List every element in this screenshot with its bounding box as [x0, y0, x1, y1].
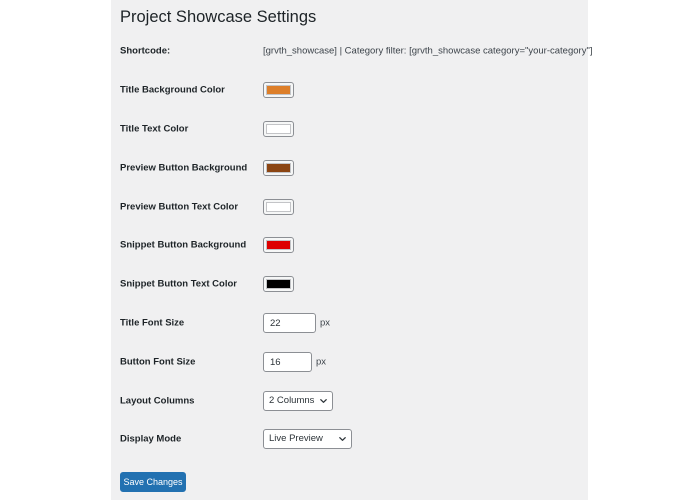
snippet-button-text-color-swatch	[266, 279, 291, 289]
preview-button-bg-picker[interactable]	[263, 160, 294, 176]
title-font-size-row: Title Font Size px	[111, 309, 588, 337]
snippet-button-bg-picker[interactable]	[263, 237, 294, 253]
preview-button-bg-swatch	[266, 163, 291, 173]
button-font-size-input[interactable]	[263, 352, 312, 372]
settings-panel: Project Showcase Settings Shortcode: [gr…	[111, 0, 592, 500]
shortcode-value: [grvth_showcase] | Category filter: [grv…	[263, 45, 593, 57]
preview-button-bg-row: Preview Button Background	[111, 154, 588, 182]
button-font-size-row: Button Font Size px	[111, 348, 588, 376]
title-font-size-label: Title Font Size	[120, 317, 185, 329]
title-bg-color-swatch	[266, 85, 291, 95]
page-title: Project Showcase Settings	[120, 8, 317, 26]
shortcode-label: Shortcode:	[120, 45, 171, 57]
display-mode-selected: Live Preview	[269, 433, 323, 444]
snippet-button-text-color-picker[interactable]	[263, 276, 294, 292]
snippet-button-bg-label: Snippet Button Background	[120, 239, 247, 251]
display-mode-row: Display Mode Live Preview	[111, 425, 588, 453]
title-bg-color-row: Title Background Color	[111, 76, 588, 104]
snippet-button-text-color-row: Snippet Button Text Color	[111, 270, 588, 298]
preview-button-text-color-picker[interactable]	[263, 199, 294, 215]
layout-columns-selected: 2 Columns	[269, 395, 315, 406]
preview-button-text-color-swatch	[266, 202, 291, 212]
layout-columns-select[interactable]: 2 Columns	[263, 391, 334, 411]
title-bg-color-picker[interactable]	[263, 82, 294, 98]
save-changes-button[interactable]: Save Changes	[120, 472, 186, 492]
chevron-down-icon	[339, 437, 346, 441]
title-text-color-picker[interactable]	[263, 121, 294, 137]
title-font-size-unit: px	[320, 317, 331, 329]
title-text-color-row: Title Text Color	[111, 115, 588, 143]
snippet-button-bg-row: Snippet Button Background	[111, 231, 588, 259]
preview-button-text-color-row: Preview Button Text Color	[111, 193, 588, 221]
title-font-size-input[interactable]	[263, 313, 316, 333]
preview-button-text-color-label: Preview Button Text Color	[120, 201, 239, 213]
button-font-size-unit: px	[316, 356, 327, 368]
preview-button-bg-label: Preview Button Background	[120, 162, 248, 174]
layout-columns-row: Layout Columns 2 Columns	[111, 387, 588, 415]
layout-columns-label: Layout Columns	[120, 395, 195, 407]
display-mode-select[interactable]: Live Preview	[263, 429, 352, 449]
snippet-button-bg-swatch	[266, 240, 291, 250]
snippet-button-text-color-label: Snippet Button Text Color	[120, 278, 237, 290]
title-text-color-swatch	[266, 124, 291, 134]
button-font-size-label: Button Font Size	[120, 356, 196, 368]
shortcode-row: Shortcode: [grvth_showcase] | Category f…	[111, 37, 592, 65]
title-bg-color-label: Title Background Color	[120, 84, 225, 96]
title-text-color-label: Title Text Color	[120, 123, 189, 135]
chevron-down-icon	[320, 399, 328, 403]
display-mode-label: Display Mode	[120, 433, 182, 445]
